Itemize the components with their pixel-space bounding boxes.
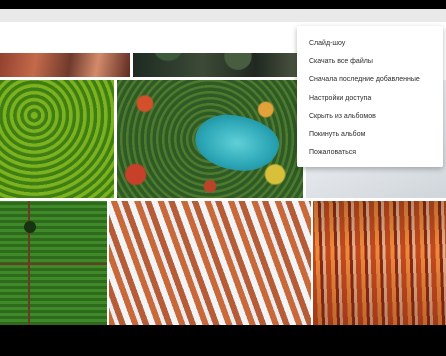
- photo-tile-green-forest[interactable]: [0, 80, 114, 198]
- header-bar: [0, 9, 446, 22]
- field-tree: [24, 221, 36, 233]
- menu-item-slideshow[interactable]: Слайд-шоу: [297, 35, 443, 53]
- top-black-bar: [0, 0, 446, 9]
- album-context-menu: Слайд-шоу Скачать все файлы Сначала посл…: [297, 26, 443, 167]
- menu-item-sort-newest[interactable]: Сначала последние добавленные: [297, 71, 443, 89]
- field-road-vertical: [28, 201, 30, 325]
- photo-tile-dark-forest[interactable]: [133, 53, 308, 77]
- bryce-shading: [313, 201, 446, 325]
- menu-item-download-all[interactable]: Скачать все файлы: [297, 53, 443, 71]
- photo-tile-lake[interactable]: [117, 80, 303, 198]
- menu-item-leave-album[interactable]: Покинуть альбом: [297, 126, 443, 144]
- photo-tile-bryce[interactable]: [313, 201, 446, 325]
- menu-item-access-settings[interactable]: Настройки доступа: [297, 90, 443, 108]
- bottom-black-bar: [0, 325, 446, 356]
- menu-item-report[interactable]: Пожаловаться: [297, 144, 443, 162]
- menu-item-hide-from-albums[interactable]: Скрыть из альбомов: [297, 108, 443, 126]
- photo-tile-field[interactable]: [0, 201, 107, 325]
- photo-tile-canyon[interactable]: [0, 53, 130, 77]
- field-road-horizontal: [0, 263, 107, 265]
- photo-tile-badlands[interactable]: [109, 201, 311, 325]
